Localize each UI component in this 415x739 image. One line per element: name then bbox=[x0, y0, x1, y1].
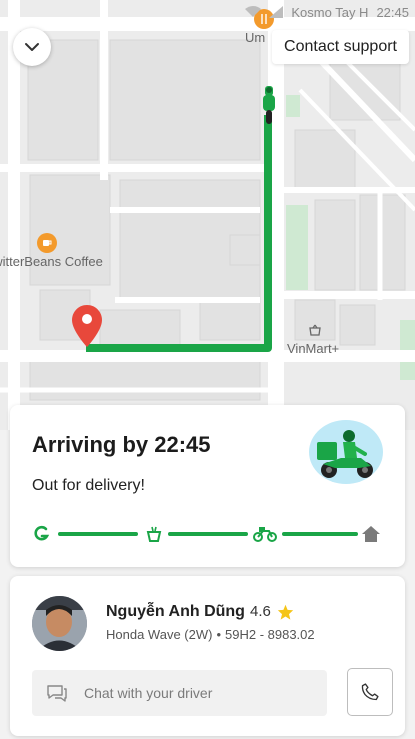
contact-support-button[interactable]: Contact support bbox=[272, 30, 409, 64]
chat-bubble-icon bbox=[47, 685, 67, 702]
progress-segment bbox=[58, 532, 138, 536]
driver-name: Nguyễn Anh Dũng bbox=[106, 603, 245, 620]
carrier-name: Kosmo Tay H bbox=[291, 4, 369, 20]
delivery-status-card: Arriving by 22:45 Out for delivery! bbox=[10, 405, 405, 567]
destination-pin-icon bbox=[72, 305, 102, 347]
poi-label-restaurant[interactable]: Um bbox=[245, 30, 265, 45]
map-canvas bbox=[0, 0, 415, 430]
coffee-icon bbox=[37, 233, 57, 253]
chat-placeholder: Chat with your driver bbox=[84, 685, 213, 701]
driver-rating: 4.6 bbox=[250, 603, 294, 620]
food-bag-icon bbox=[144, 523, 164, 545]
clock: 22:45 bbox=[376, 4, 409, 20]
vehicle-model: Honda Wave (2W) bbox=[106, 627, 213, 642]
star-icon bbox=[277, 604, 294, 620]
driver-avatar[interactable] bbox=[32, 596, 87, 651]
courier-illustration bbox=[309, 420, 383, 484]
collapse-button[interactable] bbox=[13, 28, 51, 66]
vehicle-info: Honda Wave (2W) • 59H2 - 8983.02 bbox=[106, 627, 315, 642]
progress-segment bbox=[282, 532, 358, 536]
chat-with-driver-input[interactable]: Chat with your driver bbox=[32, 670, 327, 716]
phone-icon bbox=[361, 683, 379, 701]
driver-card: Nguyễn Anh Dũng 4.6 Honda Wave (2W) • 59H2… bbox=[10, 576, 405, 736]
status-bar: Kosmo Tay H 22:45 bbox=[245, 0, 415, 24]
arrival-time-title: Arriving by 22:45 bbox=[32, 432, 211, 457]
delivery-status-text: Out for delivery! bbox=[32, 477, 145, 494]
poi-label-coffee[interactable]: TwitterBeans Coffee bbox=[0, 254, 103, 269]
delivery-progress-bar bbox=[32, 523, 383, 545]
motorbike-icon bbox=[252, 523, 278, 545]
poi-label-vinmart[interactable]: VinMart+ bbox=[287, 341, 339, 356]
wifi-icon bbox=[245, 6, 262, 17]
basket-icon bbox=[307, 322, 323, 338]
courier-marker-icon bbox=[263, 86, 275, 124]
map-view[interactable]: TwitterBeans Coffee VinMart+ Um bbox=[0, 0, 415, 430]
chevron-down-icon bbox=[25, 43, 39, 51]
license-plate: 59H2 - 8983.02 bbox=[225, 627, 315, 642]
signal-icon bbox=[269, 6, 284, 18]
driver-rating-value: 4.6 bbox=[250, 603, 271, 620]
home-icon bbox=[360, 523, 382, 545]
progress-segment bbox=[168, 532, 248, 536]
grab-logo-icon bbox=[32, 523, 52, 545]
call-driver-button[interactable] bbox=[347, 668, 393, 716]
separator-dot: • bbox=[216, 627, 221, 642]
